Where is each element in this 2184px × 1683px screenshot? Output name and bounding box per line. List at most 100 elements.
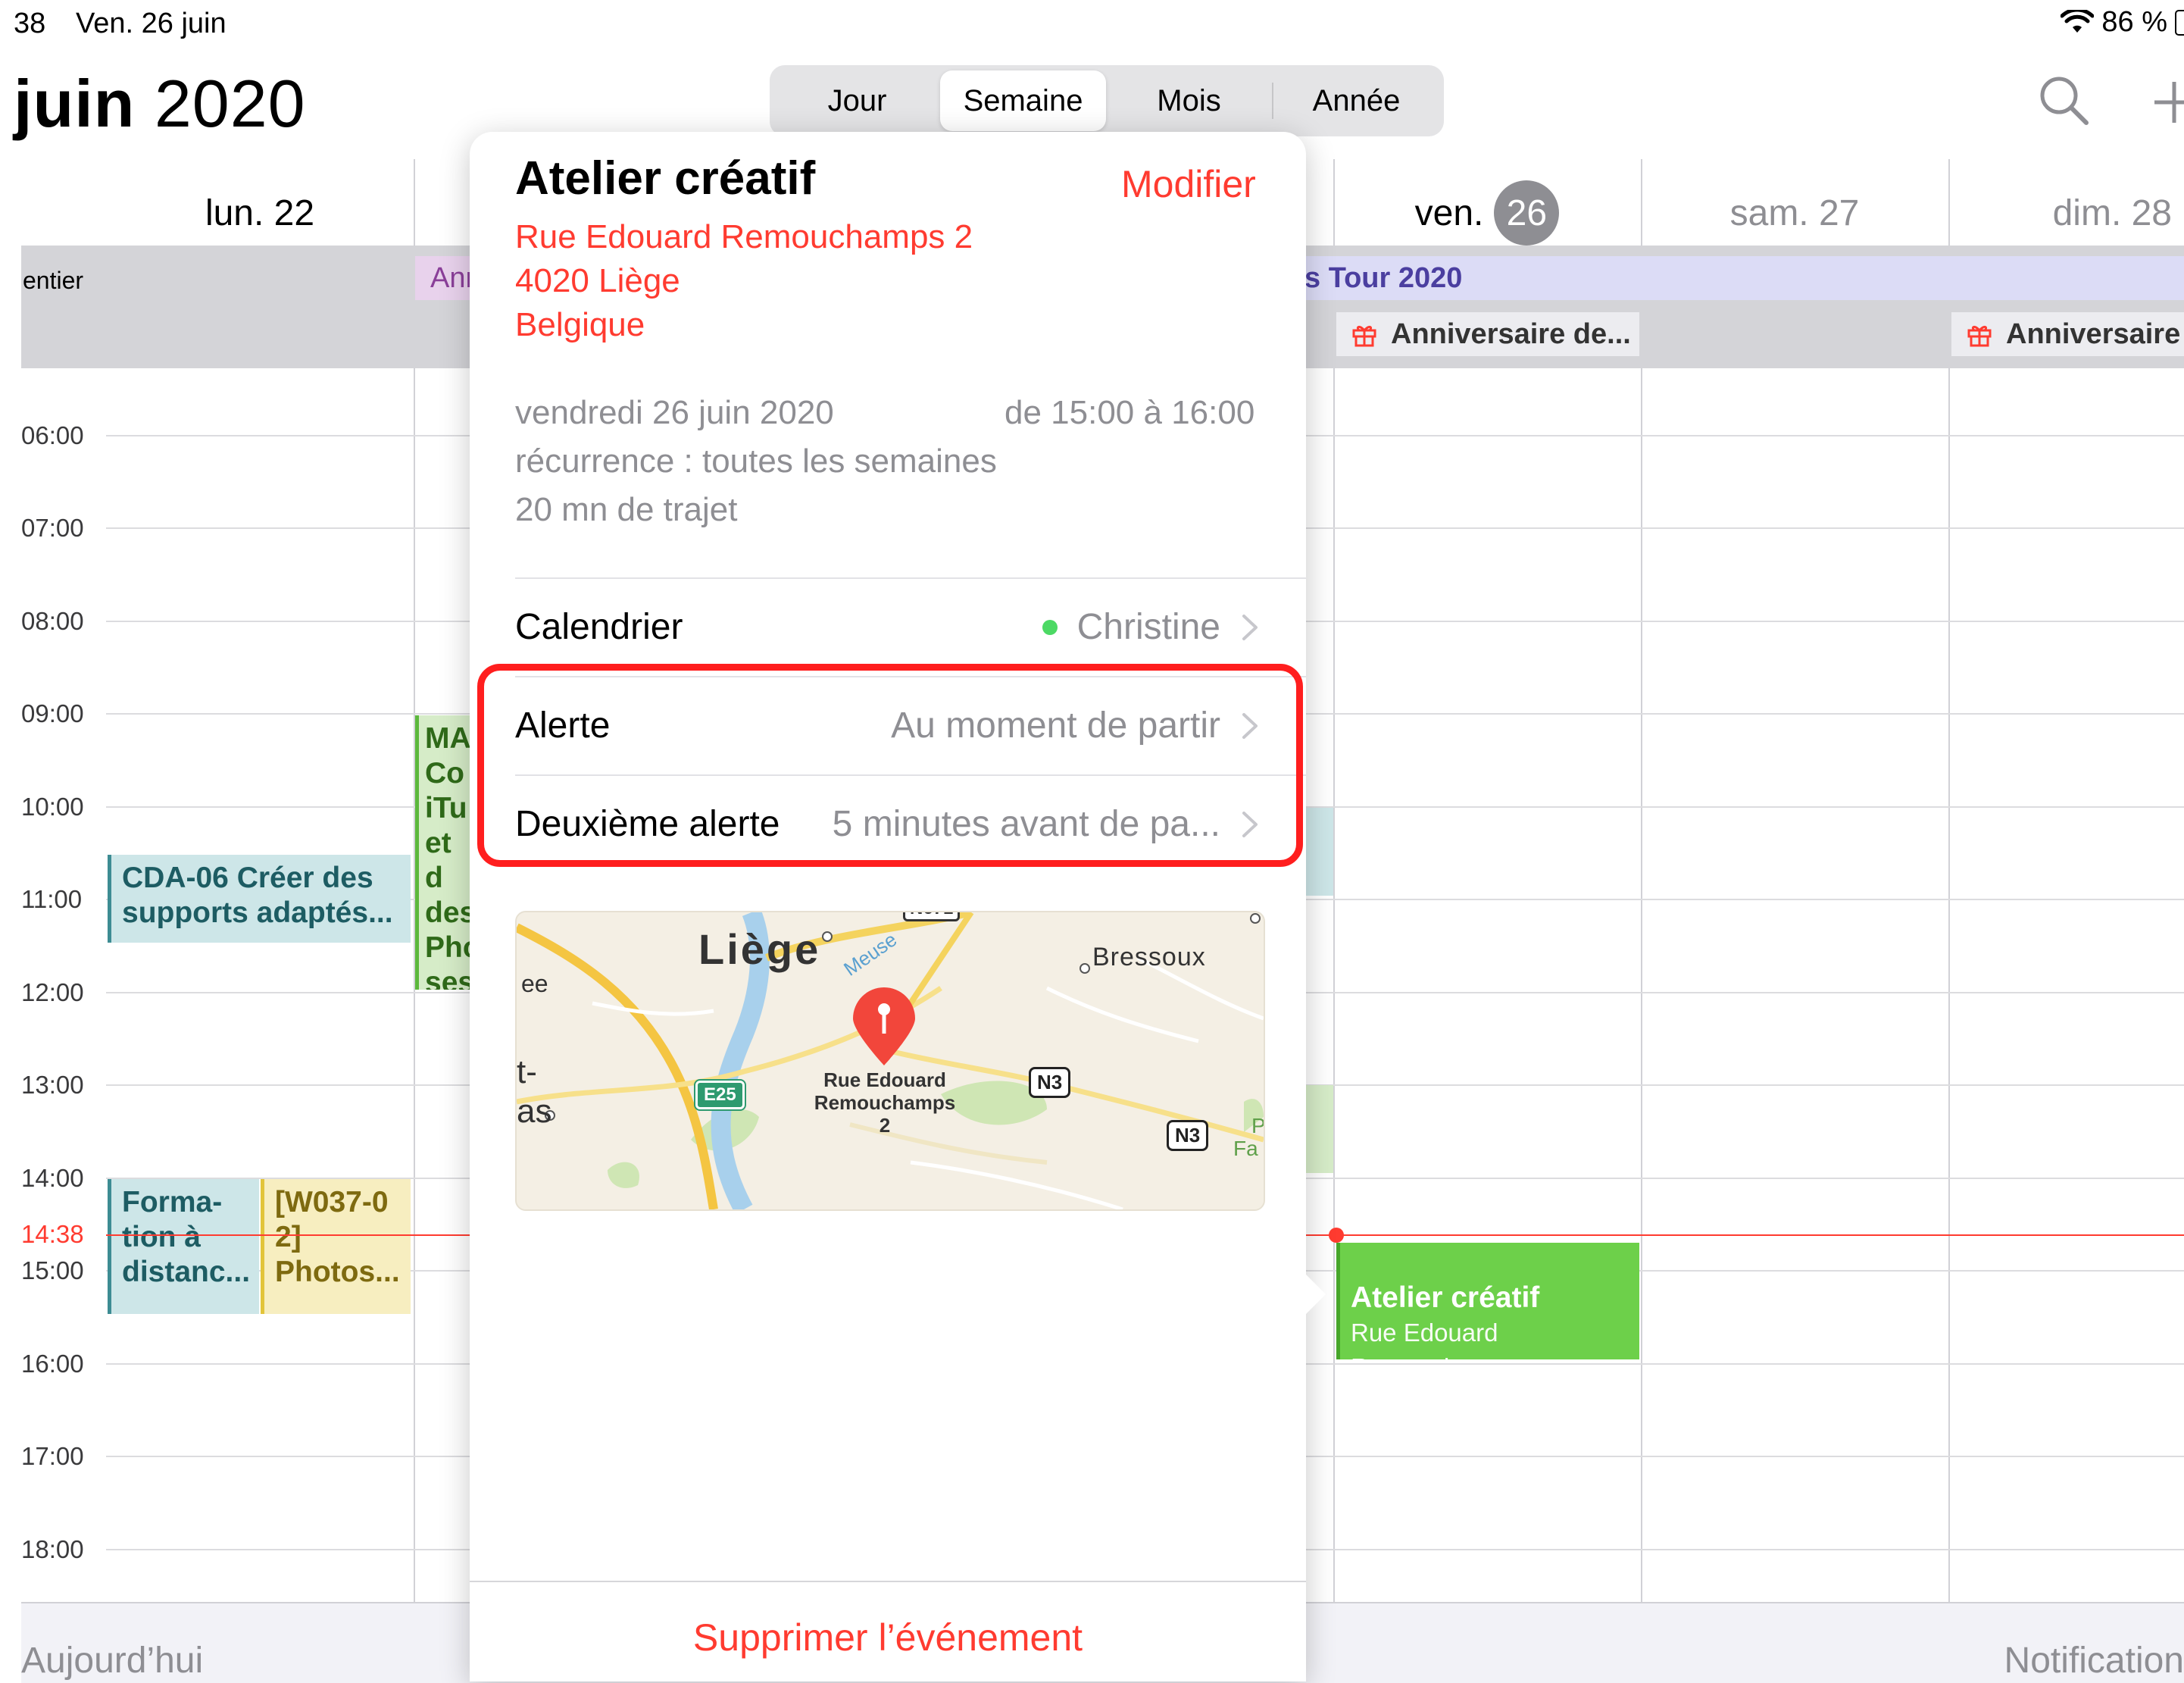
current-time-label: 14:38: [21, 1220, 84, 1248]
event-line: ses: [425, 966, 475, 990]
event-title: Atelier créatif: [1351, 1281, 1540, 1314]
hour-label: 07:00: [21, 514, 84, 542]
gift-icon: [1967, 325, 1992, 347]
hour-label: 15:00: [21, 1256, 84, 1284]
road-shield-n671: N671: [903, 912, 961, 921]
map-fragment-label: ee: [521, 970, 548, 997]
battery-percent: 86 %: [2101, 6, 2167, 38]
event-cda-06[interactable]: CDA-06 Créer des supports adaptés...: [108, 855, 411, 943]
map-fragment-label: Fa: [1233, 1137, 1258, 1160]
today-button[interactable]: Aujourd’hui: [21, 1640, 203, 1681]
column-divider: [1333, 159, 1335, 1602]
location-map[interactable]: Liège Meuse Bressoux ee t- as P Fa N671 …: [515, 911, 1265, 1211]
road-shield-e25: E25: [694, 1079, 746, 1111]
day-header-fri-label: ven.: [1414, 192, 1484, 233]
address-line-2[interactable]: 4020 Liège: [515, 262, 680, 300]
calendar-row-label: Calendrier: [515, 607, 683, 647]
status-time: 38: [14, 8, 46, 39]
edit-button[interactable]: Modifier: [1121, 162, 1256, 206]
day-header-mon[interactable]: lun. 22: [106, 179, 414, 247]
calendar-row-value: Christine: [1076, 607, 1220, 647]
event-line: des: [425, 896, 476, 929]
event-detail-popover: [470, 132, 1306, 1681]
event-line: iTu: [425, 792, 467, 824]
event-line: Pho: [425, 931, 476, 964]
all-day-label: entier: [23, 267, 84, 294]
event-line: et d: [425, 827, 451, 894]
day-header-fri[interactable]: ven. 26: [1333, 179, 1641, 247]
segment-month[interactable]: Mois: [1106, 70, 1272, 131]
all-day-event-tour[interactable]: s Tour 2020: [1288, 256, 2184, 300]
popover-arrow: [1295, 1264, 1326, 1325]
map-pin-label: Rue Edouard Remouchamps 2: [789, 1068, 980, 1137]
all-day-event-birthday-fri-label: Anniversaire de...: [1391, 318, 1631, 350]
delete-event-button[interactable]: Supprimer l’événement: [470, 1616, 1306, 1660]
event-formation[interactable]: Forma- tion à distanc...: [108, 1179, 259, 1314]
gift-icon: [1352, 325, 1376, 347]
map-suburb-label: Bressoux: [1092, 943, 1206, 971]
event-recurrence: récurrence : toutes les semaines: [515, 443, 997, 480]
map-fragment-label: t-: [517, 1053, 537, 1090]
hour-label: 16:00: [21, 1350, 84, 1378]
location-pin-icon: [853, 987, 915, 1065]
calendar-app: 38 Ven. 26 juin 86 % juin 2020 Jour Sema…: [0, 0, 2184, 1683]
event-line: Photos...: [275, 1256, 400, 1288]
hour-label: 09:00: [21, 699, 84, 727]
event-tue-green[interactable]: MA Co iTu et d des Pho ses: [415, 715, 476, 990]
month-title: juin 2020: [14, 65, 306, 142]
highlight-annotation: [477, 664, 1303, 867]
event-title: CDA-06 Créer des: [122, 862, 373, 894]
event-line: [W037-0: [275, 1186, 389, 1218]
day-header-sun[interactable]: dim. 28: [1948, 179, 2184, 247]
event-line: tion à: [122, 1221, 201, 1253]
view-segmented-control: Jour Semaine Mois Année: [770, 65, 1444, 136]
segment-week[interactable]: Semaine: [940, 70, 1106, 131]
hour-label: 11:00: [21, 885, 83, 913]
battery-icon: [2175, 9, 2184, 36]
chevron-right-icon: [1242, 614, 1258, 640]
event-thu-partial[interactable]: [1303, 808, 1333, 896]
event-travel-time: 20 mn de trajet: [515, 491, 738, 528]
separator: [470, 1581, 1306, 1582]
road-shield-n3: N3: [1029, 1067, 1071, 1098]
all-day-event-birthday-fri[interactable]: Anniversaire de...: [1336, 312, 1639, 356]
event-thu-partial[interactable]: [1303, 1085, 1333, 1173]
search-icon[interactable]: [2038, 74, 2091, 127]
all-day-event-birthday-sun[interactable]: Anniversaire: [1951, 312, 2184, 356]
hour-label: 17:00: [21, 1442, 84, 1470]
month-name: juin: [14, 66, 136, 141]
status-indicators: 86 %: [2061, 6, 2184, 39]
day-header-sat[interactable]: sam. 27: [1641, 179, 1948, 247]
wifi-icon: [2061, 9, 2095, 33]
event-line: 2]: [275, 1221, 302, 1253]
address-line-1[interactable]: Rue Edouard Remouchamps 2: [515, 218, 973, 256]
map-pin-label-line: Rue Edouard: [823, 1068, 946, 1091]
map-pin-label-line: Remouchamps: [814, 1091, 956, 1114]
column-divider: [1948, 159, 1950, 1602]
column-divider: [1641, 159, 1642, 1602]
status-date: Ven. 26 juin: [76, 8, 227, 39]
hour-label: 08:00: [21, 607, 84, 635]
notifications-button[interactable]: Notification: [2004, 1640, 2184, 1681]
all-day-event-birthday-sun-label: Anniversaire: [2006, 318, 2181, 350]
segment-year[interactable]: Année: [1273, 70, 1439, 131]
event-line: distanc...: [122, 1256, 251, 1288]
hour-label: 18:00: [21, 1535, 84, 1563]
add-event-icon[interactable]: [2151, 76, 2184, 129]
event-title-cont: supports adaptés...: [122, 896, 393, 929]
event-atelier-creatif[interactable]: Atelier créatif Rue Edouard Remouch...: [1336, 1243, 1639, 1359]
year: 2020: [154, 66, 306, 141]
popover-title: Atelier créatif: [515, 152, 816, 205]
event-date: vendredi 26 juin 2020: [515, 394, 834, 431]
today-badge: 26: [1494, 180, 1560, 246]
hour-label: 13:00: [21, 1071, 84, 1099]
hour-label: 14:00: [21, 1164, 84, 1192]
segment-day[interactable]: Jour: [774, 70, 940, 131]
event-location: Rue Edouard Remouch...: [1351, 1319, 1498, 1359]
event-w037[interactable]: [W037-0 2] Photos...: [261, 1179, 411, 1314]
address-line-3[interactable]: Belgique: [515, 306, 645, 344]
map-pin-label-line: 2: [879, 1114, 891, 1137]
hour-label: 06:00: [21, 421, 84, 449]
all-day-event-tue[interactable]: Ann: [415, 256, 476, 300]
map-fragment-label: P: [1251, 1114, 1265, 1137]
